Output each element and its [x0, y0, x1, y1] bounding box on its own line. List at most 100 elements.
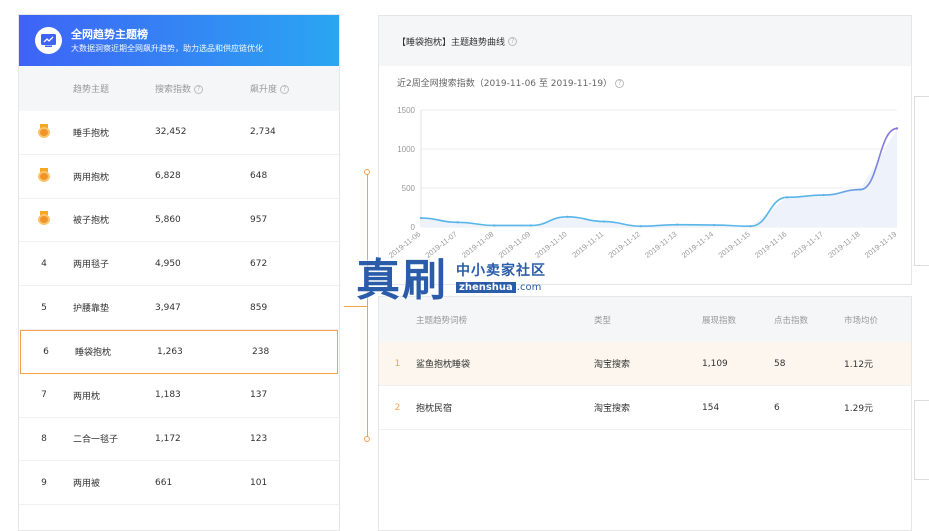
trend-chart-subtitle: 近2周全网搜索指数（2019-11-06 至 2019-11-19）? [397, 76, 625, 89]
help-icon[interactable]: ? [508, 36, 518, 46]
y-tick-label: 1000 [397, 145, 415, 154]
ranking-row[interactable]: 被子抱枕 5,860 957 [19, 199, 339, 243]
detail-table-row[interactable]: 1 鲨鱼抱枕睡袋 淘宝搜索 1,109 58 1.12元 [379, 342, 911, 386]
data-point [895, 127, 899, 130]
rise-degree-value: 101 [250, 477, 268, 488]
col-theme: 趋势主题 [73, 85, 110, 95]
type-cell: 淘宝搜索 [594, 404, 631, 414]
data-point [822, 193, 825, 197]
theme-name: 护腰靠垫 [73, 304, 110, 315]
help-icon[interactable]: ? [615, 79, 625, 88]
y-tick-label: 1500 [397, 106, 415, 115]
theme-name: 二合一毯子 [73, 435, 119, 446]
x-tick-label: 2019-11-19 [863, 229, 898, 259]
col-market-price: 市场均价 [844, 315, 879, 326]
data-point [676, 223, 679, 226]
rank-number: 7 [41, 390, 47, 401]
keyword-cell: 抱枕民宿 [416, 404, 453, 414]
ranking-row[interactable]: 4 两用毯子 4,950 672 [19, 242, 339, 287]
side-panel-edge [914, 96, 929, 266]
x-tick-label: 2019-11-15 [716, 229, 751, 259]
trend-chart-icon [35, 27, 62, 54]
x-tick-label: 2019-11-12 [607, 229, 642, 259]
data-point [566, 215, 569, 219]
theme-name: 两用抱枕 [73, 172, 110, 183]
data-point [602, 220, 606, 223]
ranking-row[interactable]: 5 护腰靠垫 3,947 859 [19, 286, 339, 330]
data-point [493, 224, 496, 227]
click-index-cell: 58 [774, 358, 786, 369]
rise-degree-value: 238 [252, 346, 270, 357]
x-tick-label: 2019-11-18 [826, 229, 861, 259]
row-index: 2 [394, 402, 401, 413]
page: 全网趋势主题榜 大数据洞察近期全网飙升趋势，助力选品和供应链优化 趋势主题 搜索… [0, 0, 929, 531]
help-icon[interactable]: ? [194, 85, 204, 94]
theme-name: 被子抱枕 [73, 216, 110, 227]
rank-number: 6 [43, 346, 49, 357]
ranking-list: 睡手抱枕 32,452 2,734 两用抱枕 6,828 648 被子抱枕 5,860 957 4… [19, 111, 339, 506]
ranking-row[interactable]: 睡手抱枕 32,452 2,734 [19, 111, 339, 155]
search-index-value: 1,183 [155, 390, 181, 401]
watermark-en-box: zhenshua [456, 281, 516, 293]
search-index-value: 5,860 [155, 214, 181, 225]
ranking-row[interactable]: 7 两用枕 1,183 137 [19, 374, 339, 418]
theme-name: 睡手抱枕 [73, 128, 110, 139]
rise-degree-value: 123 [250, 433, 268, 444]
col-keyword: 主题趋势词榜 [416, 315, 468, 326]
trend-topic-ranking-panel: 全网趋势主题榜 大数据洞察近期全网飙升趋势，助力选品和供应链优化 趋势主题 搜索… [18, 14, 340, 531]
search-index-value: 32,452 [155, 127, 187, 138]
search-index-value: 661 [155, 477, 173, 488]
medal-icon [38, 167, 50, 182]
search-index-value: 4,950 [155, 258, 181, 269]
search-index-value: 6,828 [155, 171, 181, 182]
ranking-row[interactable]: 9 两用被 661 101 [19, 461, 339, 506]
rise-degree-value: 672 [250, 258, 268, 269]
market-price-cell: 1.12元 [844, 360, 874, 370]
x-tick-label: 2019-11-16 [753, 229, 788, 259]
rank-number: 8 [41, 433, 47, 444]
search-index-value: 3,947 [155, 302, 181, 313]
data-point [639, 225, 642, 228]
market-price-cell: 1.29元 [844, 404, 874, 414]
theme-name: 两用枕 [73, 391, 101, 402]
theme-name: 两用被 [73, 479, 101, 490]
rise-degree-value: 859 [250, 302, 268, 313]
ranking-subtitle: 大数据洞察近期全网飙升趋势，助力选品和供应链优化 [71, 43, 263, 53]
detail-table-body: 1 鲨鱼抱枕睡袋 淘宝搜索 1,109 58 1.12元 2 抱枕民宿 淘宝搜索 154 6 1.29… [379, 342, 911, 430]
y-tick-label: 500 [402, 184, 416, 193]
detail-table-row[interactable]: 2 抱枕民宿 淘宝搜索 154 6 1.29元 [379, 386, 911, 430]
data-point [456, 221, 459, 224]
trend-chart-title: 【睡袋抱枕】主题趋势曲线? [379, 16, 911, 66]
medal-icon [38, 123, 50, 138]
watermark-en-domain: .com [516, 281, 542, 293]
x-tick-label: 2019-11-14 [680, 229, 715, 259]
rank-number: 5 [41, 302, 47, 313]
ranking-row[interactable]: 6 睡袋抱枕 1,263 238 [20, 329, 338, 374]
theme-name: 睡袋抱枕 [75, 348, 112, 359]
keyword-cell: 鲨鱼抱枕睡袋 [416, 360, 471, 370]
data-point [785, 196, 789, 199]
x-tick-label: 2019-11-17 [790, 229, 825, 259]
rise-degree-value: 2,734 [250, 127, 276, 138]
ranking-row[interactable]: 两用抱枕 6,828 648 [19, 155, 339, 199]
connector-dot [364, 169, 370, 175]
ranking-title: 全网趋势主题榜 [71, 27, 148, 41]
side-panel-edge [914, 400, 929, 480]
rank-number: 4 [41, 258, 47, 269]
show-index-cell: 1,109 [702, 358, 728, 369]
data-point [859, 188, 862, 191]
keyword-detail-card: 主题趋势词榜 类型 展现指数 点击指数 市场均价 1 鲨鱼抱枕睡袋 淘宝搜索 1,10… [378, 296, 912, 531]
help-icon[interactable]: ? [280, 85, 290, 94]
rise-degree-value: 137 [250, 390, 268, 401]
ranking-row[interactable]: 8 二合一毯子 1,172 123 [19, 418, 339, 462]
col-search-index[interactable]: 搜索指数? [155, 82, 250, 95]
watermark-logo: 真刷 中小卖家社区 zhenshua .com [356, 244, 546, 308]
theme-name: 两用毯子 [73, 260, 110, 271]
watermark-main-text: 真刷 [356, 255, 448, 306]
col-type: 类型 [594, 315, 612, 326]
watermark-cn-text: 中小卖家社区 [456, 262, 546, 279]
col-click-index: 点击指数 [774, 315, 809, 326]
x-tick-label: 2019-11-13 [643, 229, 678, 259]
row-index: 1 [394, 358, 401, 369]
col-rise-degree[interactable]: 飙升度? [250, 82, 330, 95]
